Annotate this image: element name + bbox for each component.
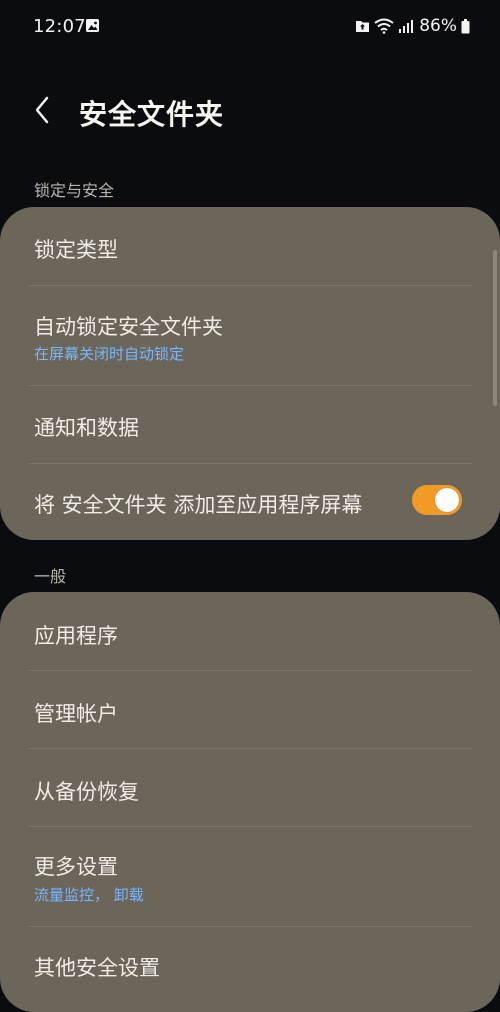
add-to-apps-screen-toggle[interactable] [412, 485, 462, 515]
secure-folder-status-icon [355, 19, 370, 33]
list-item-more-settings[interactable]: 更多设置 流量监控， 卸载 [0, 826, 500, 926]
status-time: 12:07 [33, 16, 86, 37]
list-item-apps[interactable]: 应用程序 [0, 592, 500, 670]
page-title: 安全文件夹 [79, 98, 225, 131]
battery-icon [461, 18, 470, 34]
list-item-other-security[interactable]: 其他安全设置 [0, 926, 500, 1012]
signal-icon [398, 19, 414, 33]
scrollbar[interactable] [493, 250, 497, 406]
back-button[interactable] [27, 92, 63, 132]
list-item-manage-accounts[interactable]: 管理帐户 [0, 670, 500, 748]
item-subtitle: 在屏幕关闭时自动锁定 [34, 345, 185, 363]
toggle-knob [435, 488, 459, 512]
battery-percentage: 86% [419, 16, 457, 36]
gallery-notification-icon [86, 19, 99, 32]
item-subtitle: 流量监控， 卸载 [34, 886, 144, 904]
lock-security-card: 锁定类型 自动锁定安全文件夹 在屏幕关闭时自动锁定 通知和数据 将 安全文件夹 … [0, 207, 500, 540]
wifi-icon [374, 18, 394, 34]
item-title: 通知和数据 [34, 416, 139, 440]
list-item-lock-type[interactable]: 锁定类型 [0, 207, 500, 285]
item-title: 将 安全文件夹 添加至应用程序屏幕 [34, 493, 363, 517]
general-card: 应用程序 管理帐户 从备份恢复 更多设置 流量监控， 卸载 其他安全设置 [0, 592, 500, 1012]
item-title: 锁定类型 [34, 238, 118, 262]
item-title: 其他安全设置 [34, 956, 160, 980]
status-bar: 12:07 86% [0, 0, 500, 56]
item-title: 自动锁定安全文件夹 [34, 315, 223, 339]
item-title: 管理帐户 [34, 702, 118, 726]
section-header-general: 一般 [34, 567, 67, 586]
app-bar: 安全文件夹 [0, 80, 500, 144]
section-header-lock-security: 锁定与安全 [34, 181, 115, 200]
list-item-add-to-apps-screen[interactable]: 将 安全文件夹 添加至应用程序屏幕 [0, 463, 500, 540]
list-item-notifications-data[interactable]: 通知和数据 [0, 385, 500, 463]
item-title: 从备份恢复 [34, 780, 139, 804]
chevron-left-icon [35, 96, 49, 124]
item-title: 更多设置 [34, 855, 118, 879]
list-item-restore-backup[interactable]: 从备份恢复 [0, 748, 500, 826]
list-item-auto-lock[interactable]: 自动锁定安全文件夹 在屏幕关闭时自动锁定 [0, 285, 500, 385]
item-title: 应用程序 [34, 624, 118, 648]
